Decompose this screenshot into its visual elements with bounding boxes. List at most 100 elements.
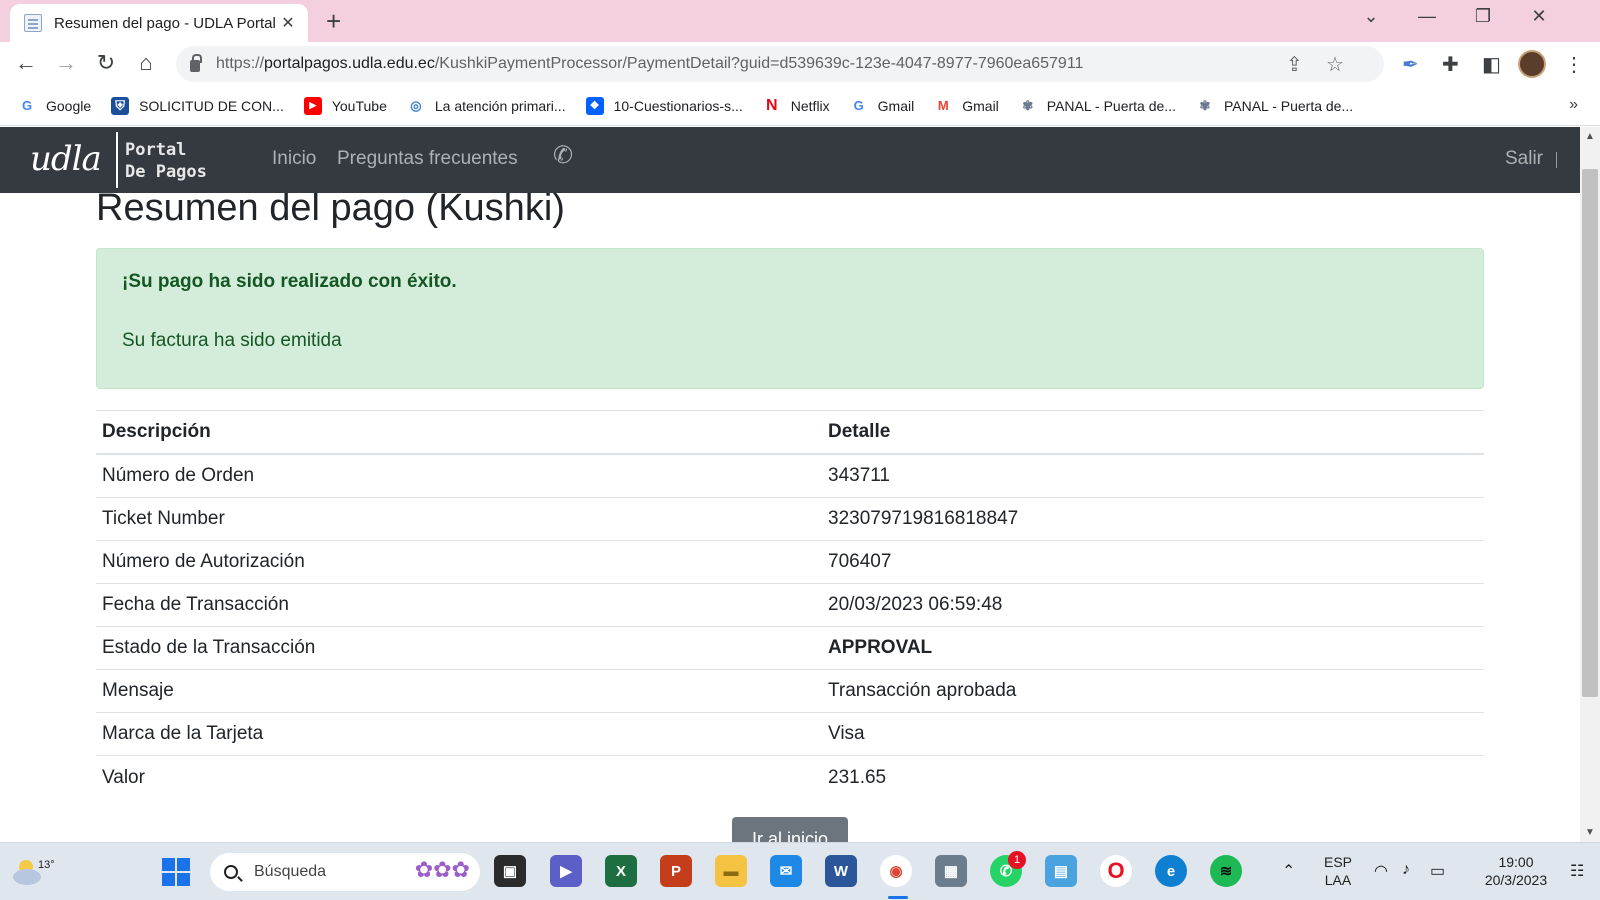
gmail-icon: M [937, 98, 949, 113]
scroll-down-arrow-icon[interactable]: ▼ [1580, 827, 1600, 838]
main-content: Resumen del pago (Kushki) ¡Su pago ha si… [96, 193, 1484, 842]
browser-tab[interactable]: Resumen del pago - UDLA Portal ✕ [10, 4, 308, 42]
bookmark-item[interactable]: ✾ PANAL - Puerta de... [1019, 97, 1176, 115]
home-button[interactable]: ⌂ [132, 50, 160, 76]
reload-button[interactable]: ↻ [92, 50, 120, 76]
chrome-icon[interactable]: ◉ [880, 855, 912, 887]
spotify-icon[interactable]: ≋ [1210, 855, 1242, 887]
calculator-icon[interactable]: ▦ [935, 855, 967, 887]
scroll-thumb[interactable] [1582, 169, 1598, 697]
udla-logo[interactable]: udla [30, 139, 102, 179]
side-panel-icon[interactable]: ◧ [1482, 52, 1501, 77]
alert-title: ¡Su pago ha sido realizado con éxito. [122, 271, 457, 292]
page-title: Resumen del pago (Kushki) [96, 193, 565, 229]
wifi-icon[interactable]: ◠ [1374, 861, 1388, 881]
close-tab-icon[interactable]: ✕ [278, 13, 298, 33]
netflix-icon: N [765, 96, 778, 114]
go-home-button[interactable]: Ir al inicio [732, 817, 848, 842]
restore-button[interactable]: ❐ [1468, 6, 1498, 27]
url-text[interactable]: https://portalpagos.udla.edu.ec/KushkiPa… [216, 55, 1083, 73]
row-value: Transacción aprobada [828, 680, 1017, 701]
notifications-icon[interactable]: ☷ [1570, 861, 1584, 881]
row-label: Mensaje [102, 680, 174, 701]
un-icon: ◎ [410, 97, 422, 113]
more-bookmarks-icon[interactable]: » [1569, 96, 1578, 114]
phone-icon[interactable]: ✆ [553, 141, 573, 170]
url-path: /KushkiPaymentProcessor/PaymentDetail?gu… [434, 55, 1084, 72]
mail-icon[interactable]: ✉ [770, 855, 802, 887]
extensions-puzzle-icon[interactable]: ✚ [1442, 52, 1459, 77]
url-scheme: https:// [216, 55, 265, 72]
show-hidden-icons-chevron-icon[interactable]: ⌃ [1282, 861, 1295, 881]
photos-icon[interactable]: ▤ [1045, 855, 1077, 887]
file-explorer-icon[interactable]: ▬ [715, 855, 747, 887]
bookmark-item[interactable]: ▶ YouTube [303, 96, 387, 115]
url-host: portalpagos.udla.edu.ec [264, 55, 435, 72]
battery-icon[interactable]: ▭ [1430, 861, 1445, 881]
row-value: 231.65 [828, 766, 887, 788]
bookmark-star-icon[interactable]: ☆ [1326, 52, 1344, 77]
browser-toolbar: ← → ↻ ⌂ https://portalpagos.udla.edu.ec/… [0, 42, 1600, 86]
portal-name[interactable]: Portal De Pagos [125, 139, 215, 183]
nav-link-faq[interactable]: Preguntas frecuentes [337, 148, 518, 170]
task-view-icon[interactable]: ▣ [494, 855, 526, 887]
address-bar[interactable]: https://portalpagos.udla.edu.ec/KushkiPa… [176, 46, 1384, 82]
bookmark-item[interactable]: G Gmail [850, 97, 915, 115]
start-menu-button[interactable] [162, 858, 190, 886]
row-value: 323079719816818847 [828, 508, 1019, 529]
table-row: Ticket Number 323079719816818847 [96, 498, 1484, 541]
volume-icon[interactable]: ♪ [1402, 861, 1410, 879]
edge-icon[interactable]: e [1155, 855, 1187, 887]
notification-badge: 1 [1008, 851, 1026, 869]
opera-icon[interactable]: O [1100, 855, 1132, 887]
menu-kebab-icon[interactable]: ⋮ [1564, 52, 1584, 77]
payment-detail-table: Descripción Detalle Número de Orden 34371… [96, 410, 1484, 799]
weather-widget[interactable]: 13° [10, 853, 55, 889]
youtube-icon: ▶ [303, 96, 322, 115]
bookmark-label: Gmail [877, 97, 915, 114]
new-tab-button[interactable]: + [326, 6, 341, 37]
taskbar-search[interactable]: Búsqueda ✿✿✿ [210, 853, 480, 891]
extension-feather-icon[interactable]: ✒ [1402, 52, 1419, 77]
table-row: Marca de la Tarjeta Visa [96, 713, 1484, 756]
bookmark-label: La atención primari... [434, 97, 566, 114]
dropbox-icon: ❖ [585, 96, 604, 115]
navbar-divider [1556, 152, 1557, 168]
teams-chat-icon[interactable]: ▶ [550, 855, 582, 887]
share-icon[interactable]: ⇪ [1286, 52, 1303, 77]
tab-search-icon[interactable]: ⌄ [1356, 6, 1386, 27]
lock-icon[interactable] [190, 54, 202, 72]
input-language[interactable]: ESP LAA [1318, 853, 1358, 889]
bookmark-item[interactable]: ✾ PANAL - Puerta de... [1196, 97, 1354, 115]
flowers-icon: ✿✿✿ [414, 857, 470, 882]
nav-link-inicio[interactable]: Inicio [272, 148, 316, 170]
google-icon: G [21, 98, 33, 113]
page-scrollbar[interactable]: ▲ ▼ [1580, 127, 1600, 842]
success-alert: ¡Su pago ha sido realizado con éxito. Su… [96, 248, 1484, 389]
clock[interactable]: 19:00 20/3/2023 [1466, 853, 1566, 889]
row-value: 706407 [828, 551, 892, 572]
row-value: 20/03/2023 06:59:48 [828, 594, 1003, 615]
scroll-up-arrow-icon[interactable]: ▲ [1580, 131, 1600, 142]
bookmark-item[interactable]: G Google [18, 97, 91, 115]
google-icon: G [853, 98, 864, 113]
bookmark-item[interactable]: ◎ La atención primari... [407, 97, 566, 115]
bookmark-item[interactable]: ⛨ SOLICITUD DE CON... [111, 96, 284, 115]
powerpoint-icon[interactable]: P [660, 855, 692, 887]
bookmark-item[interactable]: M Gmail [934, 97, 999, 115]
profile-avatar[interactable] [1518, 50, 1546, 78]
word-icon[interactable]: W [825, 855, 857, 887]
bookmark-item[interactable]: ❖ 10-Cuestionarios-s... [585, 96, 743, 115]
tab-title: Resumen del pago - UDLA Portal [54, 14, 276, 32]
table-row: Estado de la Transacción APPROVAL [96, 627, 1484, 670]
bookmark-label: 10-Cuestionarios-s... [613, 97, 743, 114]
back-button[interactable]: ← [12, 50, 40, 76]
logout-link[interactable]: Salir [1505, 148, 1543, 170]
forward-button[interactable]: → [52, 50, 80, 76]
minimize-button[interactable]: — [1412, 6, 1442, 27]
excel-icon[interactable]: X [605, 855, 637, 887]
alert-message: Su factura ha sido emitida [122, 330, 342, 351]
bookmark-item[interactable]: N Netflix [763, 97, 830, 115]
close-window-button[interactable]: ✕ [1524, 6, 1554, 27]
bookmark-label: PANAL - Puerta de... [1046, 97, 1176, 114]
